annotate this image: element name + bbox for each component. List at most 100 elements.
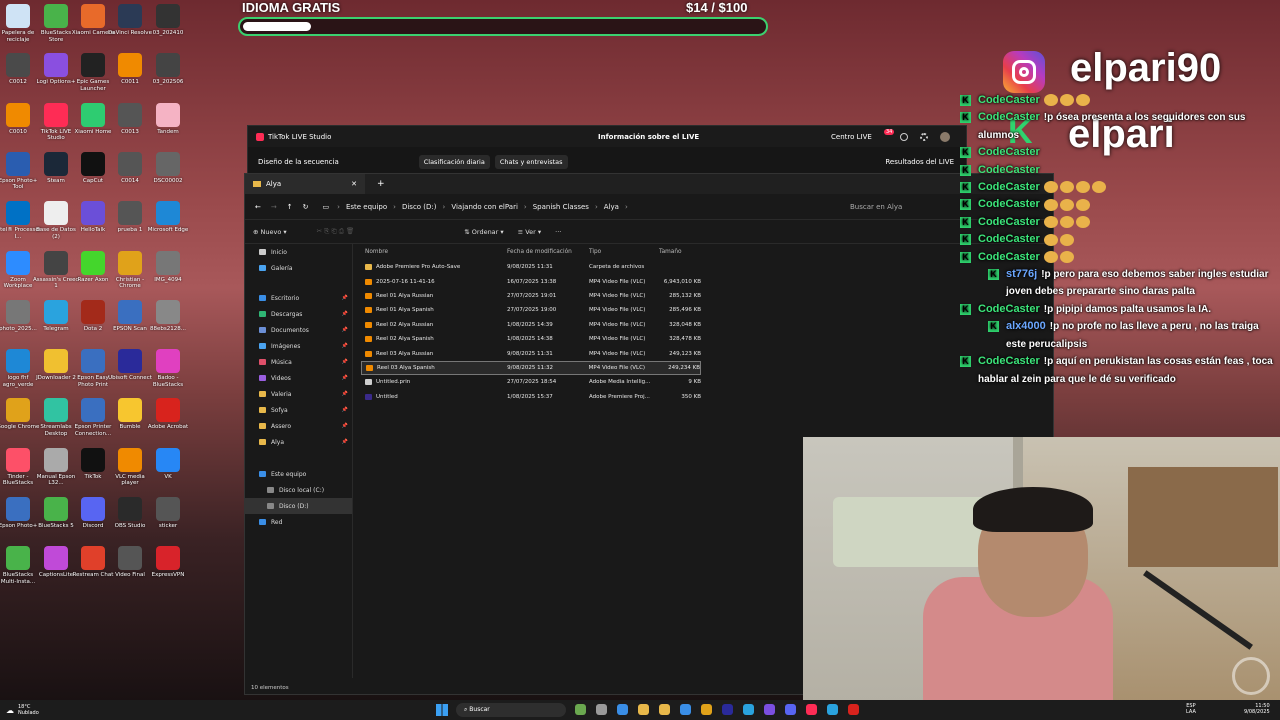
file-row[interactable]: Reel 03 Alya Spanish 9/08/2025 11:32 MP4 V… [361, 360, 701, 376]
taskbar-app-icon[interactable] [638, 704, 649, 715]
nav-item-this-pc[interactable]: Este equipo [245, 466, 352, 482]
nav-item[interactable]: Assero 📌 [245, 418, 352, 434]
brand-handle: elpari90 [1070, 46, 1222, 90]
file-date: 9/08/2025 11:32 [507, 364, 553, 371]
language-indicator[interactable]: ESP LAA [1186, 703, 1196, 715]
taskbar-app-icon[interactable] [617, 704, 628, 715]
breadcrumb-0[interactable]: Este equipo [346, 203, 387, 211]
desktop-icon-label: 03_202410 [152, 30, 184, 36]
new-tab-icon[interactable]: + [377, 179, 385, 189]
taskbar-search-label: Buscar [469, 706, 490, 713]
start-button[interactable] [436, 704, 448, 716]
file-row[interactable]: Reel 01 Alya Spanish 27/07/2025 19:00 MP4 … [361, 303, 1053, 317]
tab-alya[interactable]: Alya ✕ [245, 174, 365, 194]
taskbar-app-icon[interactable] [680, 704, 691, 715]
nav-item[interactable]: Sofya 📌 [245, 402, 352, 418]
forward-icon[interactable]: → [271, 203, 277, 211]
nav-item[interactable]: Valeria 📌 [245, 386, 352, 402]
file-row[interactable]: Untitled.prin 27/07/2025 18:54 Adobe Media… [361, 375, 1053, 389]
desktop-icon-label: Epson Photo+ [0, 523, 38, 529]
chat-username: CodeCaster [978, 302, 1040, 315]
back-icon[interactable]: ← [255, 203, 261, 211]
column-name[interactable]: Nombre [361, 249, 507, 255]
breadcrumb-3[interactable]: Spanish Classes [533, 203, 589, 211]
breadcrumb-4[interactable]: Alya [604, 203, 619, 211]
live-info-link[interactable]: Información sobre el LIVE [598, 133, 699, 141]
nav-item[interactable]: Descargas 📌 [245, 306, 352, 322]
file-row[interactable]: Reel 02 Alya Spanish 1/08/2025 14:38 MP4 V… [361, 332, 1053, 346]
up-icon[interactable]: ↑ [287, 203, 293, 211]
file-row[interactable]: Reel 01 Alya Russian 27/07/2025 19:01 MP4 … [361, 289, 1053, 303]
avatar[interactable] [940, 131, 950, 142]
daily-ranking-tab[interactable]: Clasificación diaria [418, 154, 490, 169]
nav-item[interactable]: Alya 📌 [245, 434, 352, 450]
taskbar-app-icon[interactable] [806, 704, 817, 715]
nav-item[interactable]: Documentos 📌 [245, 322, 352, 338]
desktop-icon[interactable]: IMG_4094 [145, 250, 191, 284]
taskbar-app-icon[interactable] [701, 704, 712, 715]
desktop-icon-label: Badoo - BlueStacks [152, 375, 184, 388]
desktop-icon[interactable]: Badoo - BlueStacks [145, 349, 191, 388]
nav-item[interactable]: Inicio [245, 244, 352, 260]
video-thumb-icon [118, 546, 142, 571]
desktop-icon[interactable]: sticker [145, 497, 191, 530]
centro-live-button[interactable]: Centro LIVE [831, 133, 872, 141]
tiktok-badge-icon: K [960, 199, 971, 211]
desktop-icon[interactable]: Tandem [145, 102, 191, 136]
settings-icon[interactable] [920, 132, 928, 141]
video-thumb-icon [156, 4, 180, 28]
breadcrumb-1[interactable]: Disco (D:) [402, 203, 437, 211]
taskbar-app-icon[interactable] [848, 704, 859, 715]
desktop-icon[interactable]: Microsoft Edge [145, 201, 191, 234]
more-icon[interactable]: ··· [555, 228, 561, 236]
desktop-icon[interactable]: 88ebs2128... [145, 299, 191, 333]
emote-icon [1059, 251, 1074, 264]
breadcrumb-2[interactable]: Viajando con elPari [451, 203, 518, 211]
column-size[interactable]: Tamaño [659, 249, 701, 255]
nav-item-network[interactable]: Red [245, 514, 352, 530]
desktop-icon[interactable]: VK [145, 447, 191, 481]
nav-item[interactable]: Escritorio 📌 [245, 290, 352, 306]
taskbar-app-icon[interactable] [659, 704, 670, 715]
new-button[interactable]: ⊕ Nuevo ▾ [253, 228, 287, 236]
sort-button[interactable]: ⇅ Ordenar ▾ [464, 228, 503, 236]
taskbar-app-icon[interactable] [743, 704, 754, 715]
taskbar-app-icon[interactable] [596, 704, 607, 715]
search-input[interactable]: Buscar en Alya [850, 203, 902, 211]
desktop-icon[interactable]: 03_202410 [145, 4, 191, 37]
desktop-icon[interactable]: Adobe Acrobat [145, 398, 191, 431]
nav-item-drive[interactable]: Disco local (C:) [245, 482, 352, 498]
desktop-icon[interactable]: ExpressVPN [145, 546, 191, 579]
taskbar-app-icon[interactable] [764, 704, 775, 715]
refresh-icon[interactable]: ↻ [303, 203, 309, 211]
nav-label: Galería [271, 264, 293, 272]
file-row[interactable]: Reel 02 Alya Russian 1/08/2025 14:39 MP4 V… [361, 318, 1053, 332]
clock[interactable]: 11:50 9/08/2025 [1244, 703, 1270, 715]
taskbar-app-icon[interactable] [827, 704, 838, 715]
nav-item[interactable]: Música 📌 [245, 354, 352, 370]
view-button[interactable]: ≡ Ver ▾ [518, 228, 541, 236]
nav-item[interactable]: Imágenes 📌 [245, 338, 352, 354]
close-tab-icon[interactable]: ✕ [351, 180, 357, 188]
taskbar-app-icon[interactable] [575, 704, 586, 715]
taskbar-app-icon[interactable] [722, 704, 733, 715]
live-results-button[interactable]: Resultados del LIVE [885, 158, 954, 166]
chats-interviews-tab[interactable]: Chats y entrevistas [494, 154, 568, 169]
help-icon[interactable] [900, 132, 908, 141]
nav-item-drive[interactable]: Disco (D:) [245, 498, 352, 514]
taskbar-app-icon[interactable] [785, 704, 796, 715]
column-date[interactable]: Fecha de modificación [507, 249, 589, 255]
sequence-design-label: Diseño de la secuencia [258, 157, 339, 166]
file-row[interactable]: Reel 03 Alya Russian 9/08/2025 11:31 MP4 V… [361, 346, 1053, 360]
file-row[interactable]: Adobe Premiere Pro Auto-Save 9/08/2025 11… [361, 260, 1053, 274]
nav-item[interactable]: Galería [245, 260, 352, 276]
column-type[interactable]: Tipo [589, 249, 659, 255]
desktop-icon[interactable]: DSC00002 [145, 151, 191, 185]
file-row[interactable]: Untitled 1/08/2025 15:37 Adobe Premiere Pr… [361, 390, 1053, 404]
desktop-icon[interactable]: 03_202506 [145, 53, 191, 86]
emote-icon [1043, 198, 1058, 211]
taskbar-search[interactable]: ⌕ Buscar [456, 703, 566, 717]
notification-badge[interactable]: 34 [884, 129, 895, 135]
file-row[interactable]: 2025-07-16 11-41-16 16/07/2025 13:38 MP4 V… [361, 274, 1053, 288]
nav-item[interactable]: Videos 📌 [245, 370, 352, 386]
